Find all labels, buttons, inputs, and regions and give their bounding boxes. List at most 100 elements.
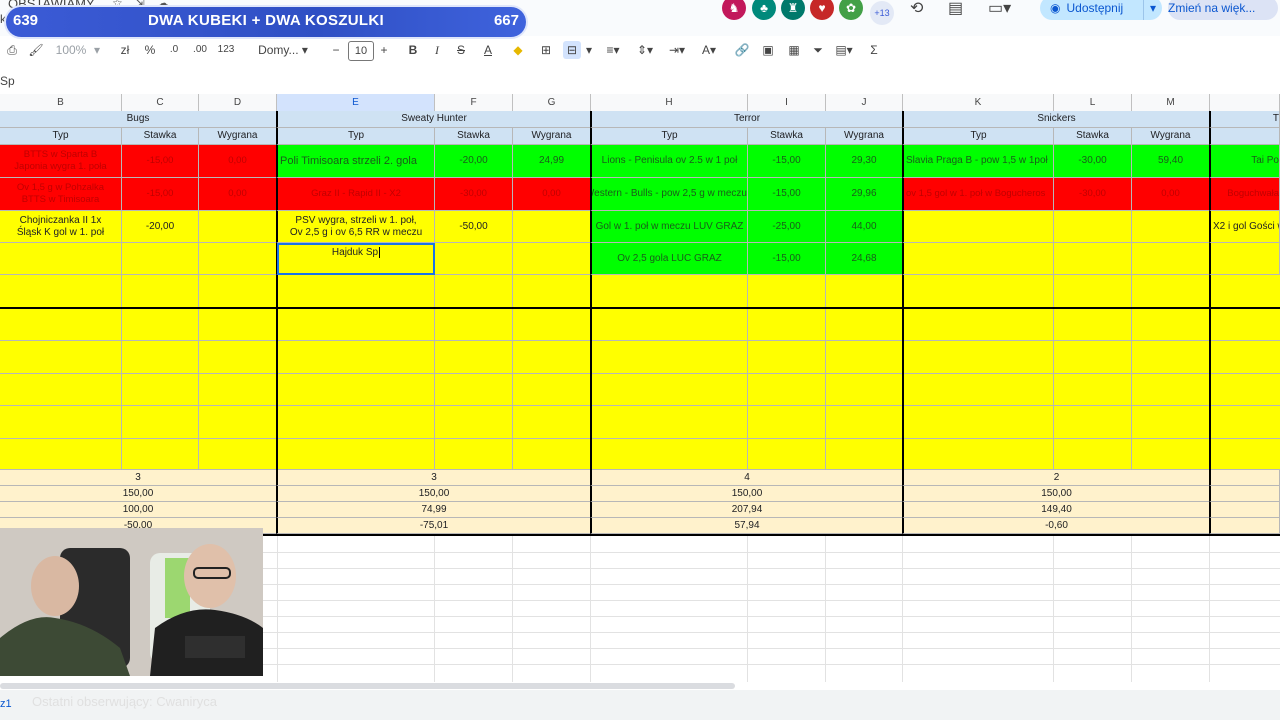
- summary-count[interactable]: 3: [276, 470, 591, 486]
- chevron-down-icon[interactable]: ▾: [584, 38, 594, 62]
- summary-stake-total[interactable]: 150,00: [276, 486, 591, 502]
- bet-cell-typ[interactable]: [902, 243, 1054, 275]
- subheader-typ[interactable]: Typ: [276, 128, 435, 145]
- bet-cell-wygrana[interactable]: [513, 243, 591, 275]
- share-button[interactable]: ◉ Udostępnij ▾: [1040, 0, 1162, 20]
- horizontal-align-icon[interactable]: ≡▾: [602, 38, 624, 62]
- summary-count[interactable]: 3: [0, 470, 277, 486]
- bet-cell-wygrana[interactable]: 0,00: [1132, 178, 1210, 211]
- column-header-f[interactable]: F: [435, 94, 513, 112]
- strikethrough-icon[interactable]: S: [454, 38, 468, 62]
- bet-cell-typ[interactable]: [902, 211, 1054, 243]
- bet-cell-wygrana[interactable]: 0,00: [513, 178, 591, 211]
- column-header-i[interactable]: I: [748, 94, 826, 112]
- filter-icon[interactable]: ⏷: [810, 38, 826, 62]
- summary-stake-total[interactable]: [1209, 486, 1280, 502]
- font-size-increase-icon[interactable]: +: [378, 38, 390, 62]
- text-rotation-icon[interactable]: A▾: [698, 38, 720, 62]
- bet-cell-typ[interactable]: Gol w 1. poł w meczu LUV GRAZ: [590, 211, 748, 243]
- summary-stake-total[interactable]: 150,00: [902, 486, 1210, 502]
- increase-decimal-button[interactable]: .00: [190, 38, 210, 62]
- summary-win-total[interactable]: 100,00: [0, 502, 277, 518]
- chevron-down-icon[interactable]: ▾: [1142, 0, 1156, 20]
- bet-cell-wygrana[interactable]: [1132, 243, 1210, 275]
- group-name-terror[interactable]: Terror: [590, 111, 903, 128]
- zoom-select[interactable]: 100%: [52, 38, 90, 62]
- summary-count[interactable]: 2: [902, 470, 1210, 486]
- font-size-input[interactable]: 10: [348, 41, 374, 61]
- fill-color-icon[interactable]: ◆: [510, 38, 526, 62]
- bet-cell-wygrana[interactable]: 29,30: [826, 145, 903, 178]
- column-header-n[interactable]: [1210, 94, 1280, 112]
- bet-cell-stawka[interactable]: -15,00: [122, 178, 199, 211]
- italic-icon[interactable]: I: [430, 38, 444, 62]
- print-icon[interactable]: ⎙: [4, 38, 20, 62]
- subheader-wygrana[interactable]: Wygrana: [199, 128, 277, 145]
- bet-cell-wygrana[interactable]: 24,68: [826, 243, 903, 275]
- bet-cell-stawka[interactable]: [435, 243, 513, 275]
- summary-count[interactable]: [1209, 470, 1280, 486]
- empty-bet-rows[interactable]: [0, 275, 1280, 470]
- horizontal-scrollbar[interactable]: [0, 683, 735, 689]
- bold-icon[interactable]: B: [406, 38, 420, 62]
- bet-cell-typ[interactable]: X2 i gol Gości w: [1209, 211, 1280, 243]
- bet-cell-typ[interactable]: Poli Timisoara strzeli 2. gola: [276, 145, 435, 178]
- subheader-typ[interactable]: Typ: [902, 128, 1054, 145]
- summary-stake-total[interactable]: 150,00: [0, 486, 277, 502]
- summary-win-total[interactable]: [1209, 502, 1280, 518]
- bet-cell-typ[interactable]: Lions - Penisula ov 2.5 w 1 poł: [590, 145, 748, 178]
- number-format-button[interactable]: 123: [216, 38, 236, 62]
- active-cell-editor[interactable]: Hajduk Sp: [277, 243, 435, 275]
- meet-icon[interactable]: ▭▾: [988, 0, 1011, 18]
- bet-cell-typ[interactable]: [0, 243, 122, 275]
- subheader-wygrana[interactable]: Wygrana: [1132, 128, 1210, 145]
- bet-cell-wygrana[interactable]: 44,00: [826, 211, 903, 243]
- subheader-typ[interactable]: Typ: [590, 128, 748, 145]
- bet-cell-stawka[interactable]: -15,00: [748, 145, 826, 178]
- column-header-c[interactable]: C: [122, 94, 199, 112]
- text-color-icon[interactable]: A: [480, 38, 496, 62]
- bet-cell-typ[interactable]: Western - Bulls - pow 2,5 g w meczu: [590, 178, 748, 211]
- column-header-g[interactable]: G: [513, 94, 591, 112]
- font-size-decrease-icon[interactable]: −: [330, 38, 342, 62]
- column-header-d[interactable]: D: [199, 94, 277, 112]
- more-users-badge[interactable]: +13: [870, 1, 894, 25]
- column-header-h[interactable]: H: [591, 94, 748, 112]
- bet-cell-typ[interactable]: BTTS w Sparta B Japonia wygra 1. poła: [0, 145, 122, 178]
- filter-views-icon[interactable]: ▤▾: [832, 38, 856, 62]
- bet-cell-wygrana[interactable]: [513, 211, 591, 243]
- bet-cell-wygrana[interactable]: 0,00: [199, 178, 277, 211]
- column-header-j[interactable]: J: [826, 94, 903, 112]
- subheader-wygrana[interactable]: Wygrana: [513, 128, 591, 145]
- paint-format-icon[interactable]: 🖌: [28, 38, 44, 62]
- bet-cell-stawka[interactable]: -50,00: [435, 211, 513, 243]
- bet-cell-stawka[interactable]: [122, 243, 199, 275]
- summary-win-total[interactable]: 207,94: [590, 502, 903, 518]
- change-view-button[interactable]: Zmień na więk...: [1168, 0, 1278, 20]
- history-icon[interactable]: ⟲: [910, 0, 923, 18]
- bet-cell-typ[interactable]: [1209, 243, 1280, 275]
- bet-cell-stawka[interactable]: -20,00: [435, 145, 513, 178]
- column-header-b[interactable]: B: [0, 94, 122, 112]
- bet-cell-typ[interactable]: ov 1,5 gol w 1. poł w Bogucheros: [902, 178, 1054, 211]
- bet-cell-wygrana[interactable]: [199, 243, 277, 275]
- bet-cell-typ[interactable]: Ov 2,5 gola LUC GRAZ: [590, 243, 748, 275]
- bet-cell-typ[interactable]: Chojniczanka II 1x Śląsk K gol w 1. poł: [0, 211, 122, 243]
- column-header-l[interactable]: L: [1054, 94, 1132, 112]
- insert-chart-icon[interactable]: ▦: [786, 38, 802, 62]
- summary-balance[interactable]: -75,01: [276, 518, 591, 534]
- bet-cell-typ[interactable]: Tai Po: [1209, 145, 1280, 178]
- insert-comment-icon[interactable]: ▣: [760, 38, 776, 62]
- decrease-decimal-button[interactable]: .0: [166, 38, 182, 62]
- summary-win-total[interactable]: 74,99: [276, 502, 591, 518]
- bet-cell-stawka[interactable]: [1054, 243, 1132, 275]
- comments-icon[interactable]: ▤: [948, 0, 963, 18]
- group-name-snickers[interactable]: Snickers: [902, 111, 1210, 128]
- text-wrap-icon[interactable]: ⇥▾: [666, 38, 688, 62]
- group-name-bugs[interactable]: Bugs: [0, 111, 277, 128]
- summary-count[interactable]: 4: [590, 470, 903, 486]
- subheader-stawka[interactable]: Stawka: [1054, 128, 1132, 145]
- bet-cell-stawka[interactable]: -20,00: [122, 211, 199, 243]
- subheader-stawka[interactable]: Stawka: [748, 128, 826, 145]
- column-header-m[interactable]: M: [1132, 94, 1210, 112]
